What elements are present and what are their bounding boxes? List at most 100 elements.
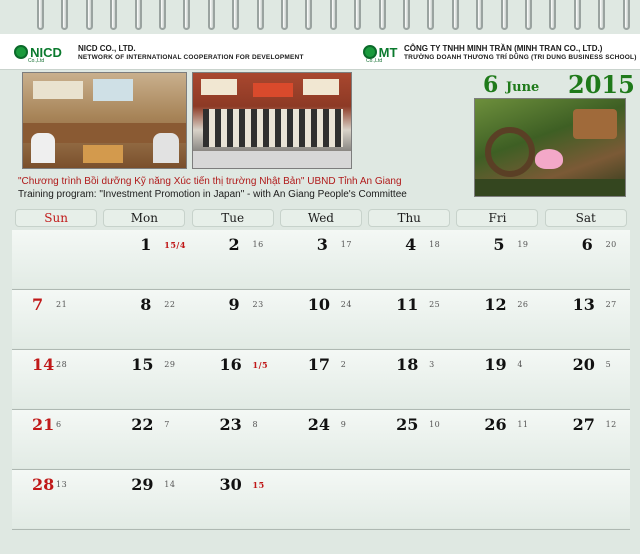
binding-ring xyxy=(305,0,313,30)
day-number: 4 xyxy=(405,235,417,254)
binding-ring xyxy=(183,0,191,30)
day-number: 1 xyxy=(140,235,152,254)
nicd-org-name: NICD CO., LTD. xyxy=(78,44,136,53)
day-number: 11 xyxy=(396,295,419,314)
calendar-week-row: 1 15/4 2 16 3 17 4 18 5 19 6 20 xyxy=(12,230,630,290)
lunar-date: 5 xyxy=(605,360,612,369)
day-cell[interactable]: 216 xyxy=(12,410,100,470)
binding-ring xyxy=(403,0,410,30)
binding-ring xyxy=(281,0,288,30)
day-cell[interactable]: 16 1/5 xyxy=(189,350,277,410)
day-cell[interactable]: 27 12 xyxy=(542,410,630,470)
binding-ring xyxy=(427,0,435,30)
day-cell[interactable]: 30 15 xyxy=(189,470,277,530)
day-cell[interactable]: 4 18 xyxy=(365,230,453,290)
lunar-date: 15/4 xyxy=(164,240,186,250)
day-cell xyxy=(542,470,630,530)
day-cell[interactable]: 1 15/4 xyxy=(100,230,188,290)
lunar-date: 13 xyxy=(56,480,68,489)
day-cell[interactable]: 24 9 xyxy=(277,410,365,470)
lunar-date: 25 xyxy=(429,300,441,309)
mt-logo: MT Co.,Ltd xyxy=(356,40,404,64)
day-number: 22 xyxy=(131,415,154,434)
day-number: 10 xyxy=(307,295,331,314)
binding-ring xyxy=(354,0,362,30)
day-cell[interactable]: 11 25 xyxy=(365,290,453,350)
day-number: 26 xyxy=(484,415,507,434)
weekday-wed: Wed xyxy=(277,207,365,229)
day-cell xyxy=(12,230,100,290)
training-room-photo xyxy=(22,72,187,169)
day-cell[interactable]: 17 2 xyxy=(277,350,365,410)
globe-icon xyxy=(14,45,29,59)
lunar-date: 24 xyxy=(340,300,352,309)
day-cell[interactable]: 25 10 xyxy=(365,410,453,470)
day-cell[interactable]: 6 20 xyxy=(542,230,630,290)
lunar-date: 28 xyxy=(56,360,68,369)
weekday-thu: Thu xyxy=(365,207,453,229)
lunar-date: 11 xyxy=(517,420,529,429)
day-cell[interactable]: 3 17 xyxy=(277,230,365,290)
day-number: 5 xyxy=(493,235,505,254)
day-cell[interactable]: 8 22 xyxy=(100,290,188,350)
month-number: 6 xyxy=(483,72,499,98)
day-cell[interactable]: 28 13 xyxy=(12,470,100,530)
lunar-date: 17 xyxy=(340,240,352,249)
calendar-week-row: 28 13 29 14 30 15 xyxy=(12,470,630,530)
weekday-label: Tue xyxy=(191,209,274,227)
day-cell[interactable]: 7 21 xyxy=(12,290,100,350)
binding-ring xyxy=(525,0,532,30)
day-cell[interactable]: 14 28 xyxy=(12,350,100,410)
weekday-label: Mon xyxy=(103,209,186,227)
day-number: 29 xyxy=(131,475,154,494)
binding-ring xyxy=(256,0,264,30)
day-cell[interactable]: 29 14 xyxy=(100,470,188,530)
day-cell[interactable]: 23 8 xyxy=(189,410,277,470)
day-cell[interactable]: 18 3 xyxy=(365,350,453,410)
mt-org-name: CÔNG TY TNHH MINH TRẦN (MINH TRAN CO., L… xyxy=(404,44,603,53)
day-number: 6 xyxy=(581,235,593,254)
day-number: 9 xyxy=(228,295,240,314)
day-cell[interactable]: 10 24 xyxy=(277,290,365,350)
year: 2015 xyxy=(568,70,635,99)
day-number: 24 xyxy=(307,415,331,434)
day-cell[interactable]: 15 29 xyxy=(100,350,188,410)
day-cell[interactable]: 19 4 xyxy=(453,350,541,410)
binding-ring xyxy=(232,0,240,30)
mt-org-info: CÔNG TY TNHH MINH TRẦN (MINH TRAN CO., L… xyxy=(404,44,637,61)
binding-ring xyxy=(159,0,166,30)
day-number: 25 xyxy=(396,415,419,434)
day-number: 23 xyxy=(219,415,242,434)
day-number: 18 xyxy=(396,355,419,374)
lunar-date: 8 xyxy=(252,420,259,429)
day-cell[interactable]: 216 xyxy=(189,230,277,290)
lunar-date: 27 xyxy=(605,300,617,309)
day-cell[interactable]: 9 23 xyxy=(189,290,277,350)
spiral-binding xyxy=(0,0,640,34)
day-number: 16 xyxy=(219,355,242,374)
day-number: 30 xyxy=(219,475,242,494)
lunar-date: 6 xyxy=(56,420,62,429)
lunar-date: 4 xyxy=(517,360,523,369)
lunar-date: 26 xyxy=(517,300,529,309)
lunar-date: 29 xyxy=(164,360,176,369)
calendar-grid: 1 15/4 2 16 3 17 4 18 5 19 6 20 7 21 8 22 9 23 10 24 11 25 12 2… xyxy=(12,230,630,530)
day-number: 21 xyxy=(32,415,55,434)
day-cell[interactable]: 22 7 xyxy=(100,410,188,470)
weekday-label: Sun xyxy=(15,209,98,227)
weekday-label: Fri xyxy=(456,209,539,227)
calendar-header: NICD Co.,Ltd NICD CO., LTD. NETWORK OF I… xyxy=(0,34,640,70)
day-cell[interactable]: 13 27 xyxy=(542,290,630,350)
day-cell[interactable]: 12 26 xyxy=(453,290,541,350)
day-cell[interactable]: 5 19 xyxy=(453,230,541,290)
day-number: 14 xyxy=(32,355,55,374)
weekday-tue: Tue xyxy=(189,207,277,229)
binding-ring xyxy=(110,0,118,30)
day-number: 8 xyxy=(140,295,152,314)
day-cell[interactable]: 20 5 xyxy=(542,350,630,410)
nicd-logo-subtext: Co.,Ltd xyxy=(28,58,45,64)
day-cell[interactable]: 26 11 xyxy=(453,410,541,470)
day-number: 20 xyxy=(572,355,595,374)
binding-ring xyxy=(500,0,508,30)
binding-ring xyxy=(207,0,215,30)
